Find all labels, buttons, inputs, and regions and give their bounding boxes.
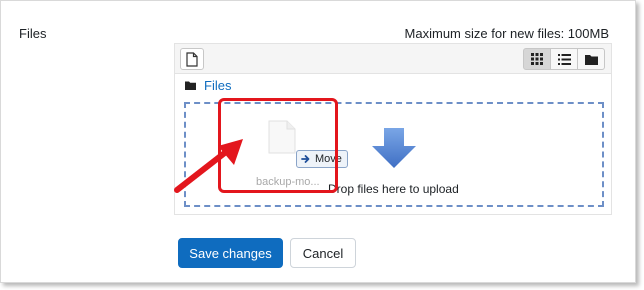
view-switcher [523,48,605,70]
file-picker-toolbar [175,44,611,74]
save-changes-button[interactable]: Save changes [178,238,283,268]
add-file-button[interactable] [180,48,204,70]
grid-icon [531,53,543,65]
folder-icon [185,81,196,90]
breadcrumb-files-link[interactable]: Files [204,78,231,93]
cancel-button[interactable]: Cancel [290,238,356,268]
files-field-label: Files [19,26,47,41]
list-icon [557,53,571,65]
tree-view-button[interactable] [577,48,605,70]
folder-icon [584,54,598,65]
icons-view-button[interactable] [523,48,551,70]
list-view-button[interactable] [550,48,578,70]
annotation-arrow-icon [174,139,243,193]
screenshot-frame: Files Maximum size for new files: 100MB [0,0,636,283]
add-file-icon [186,51,198,67]
max-size-text: Maximum size for new files: 100MB [404,26,609,41]
drop-zone-text: Drop files here to upload [328,182,459,196]
drop-arrow-icon [372,128,416,168]
breadcrumb: Files [185,77,231,93]
